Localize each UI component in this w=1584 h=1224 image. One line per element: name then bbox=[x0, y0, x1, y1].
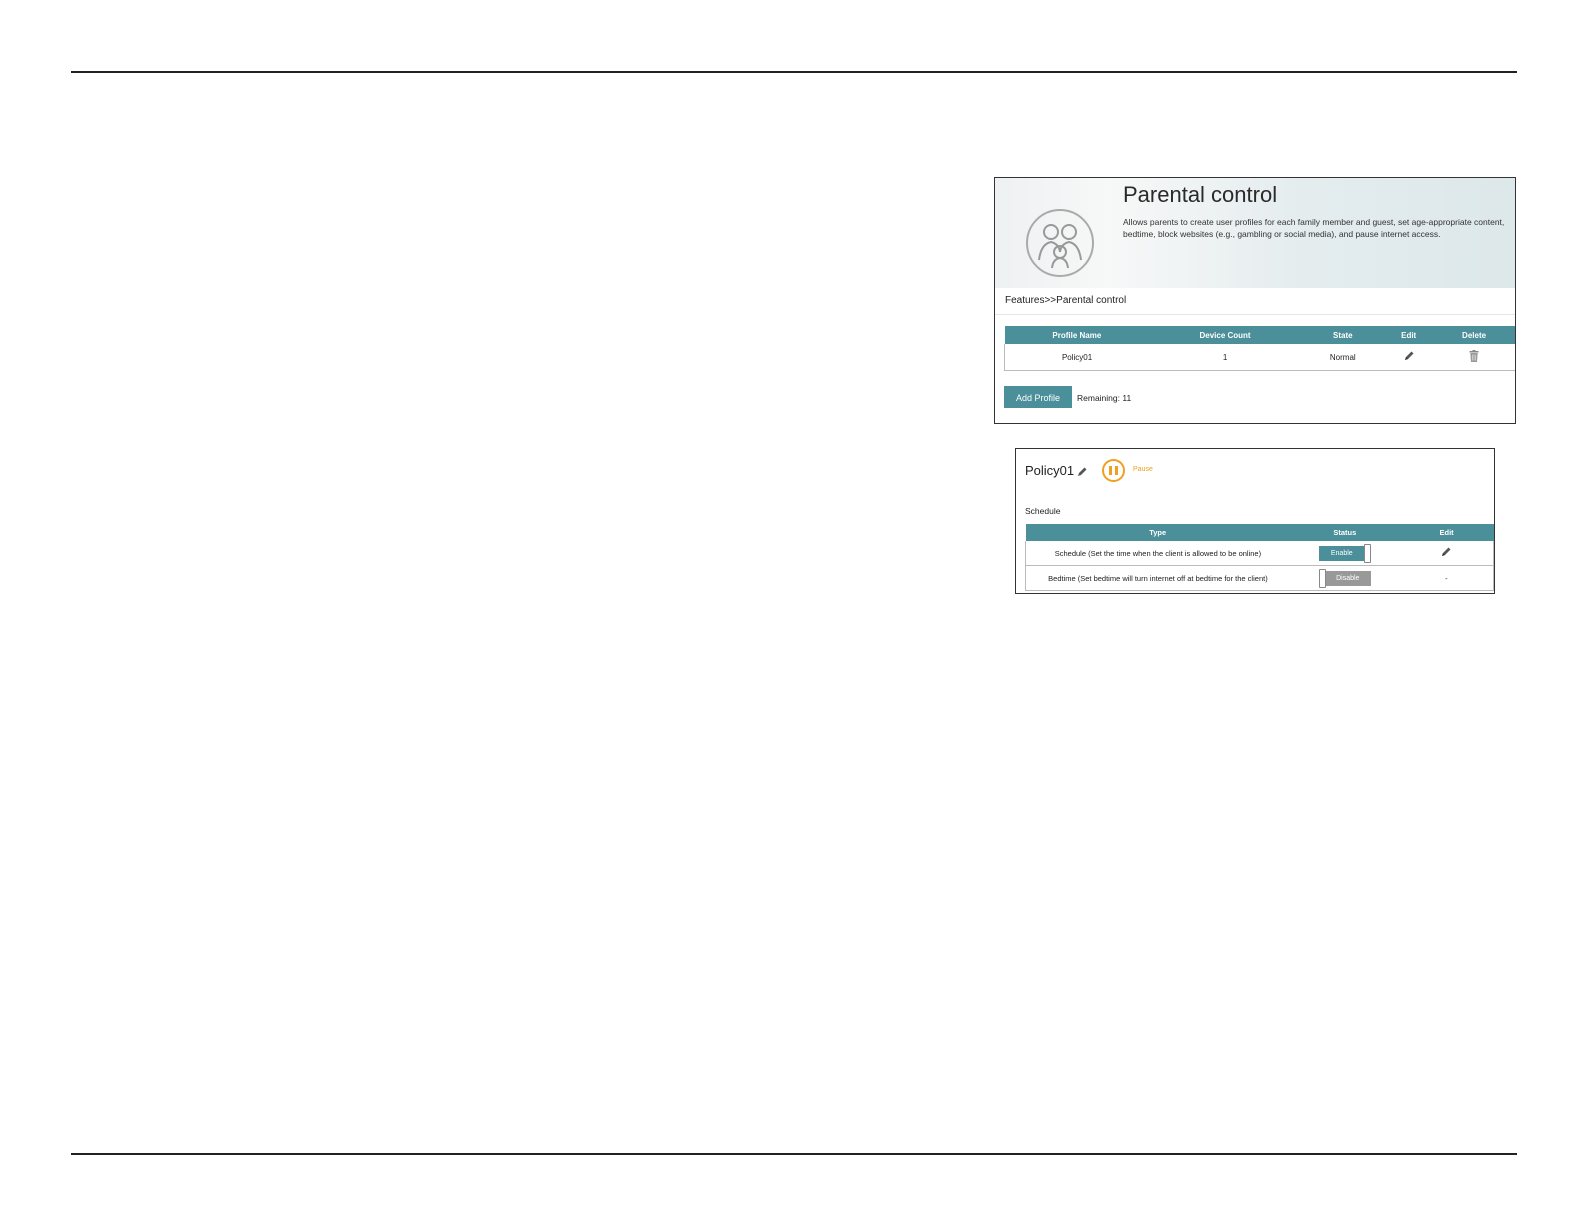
col-delete: Delete bbox=[1432, 326, 1515, 344]
pause-icon bbox=[1109, 466, 1112, 475]
col-edit: Edit bbox=[1384, 326, 1433, 344]
profile-table: Profile Name Device Count State Edit Del… bbox=[1004, 326, 1515, 371]
trash-icon[interactable] bbox=[1469, 350, 1479, 362]
top-rule bbox=[71, 71, 1517, 73]
bedtime-toggle[interactable]: Disable bbox=[1318, 568, 1371, 588]
add-profile-button[interactable]: Add Profile bbox=[1004, 386, 1072, 408]
parental-control-panel: Parental control Allows parents to creat… bbox=[994, 177, 1516, 424]
col-edit: Edit bbox=[1399, 524, 1494, 541]
hero-banner: Parental control Allows parents to creat… bbox=[995, 178, 1515, 288]
table-row: Bedtime (Set bedtime will turn internet … bbox=[1025, 565, 1494, 591]
table-row: Policy01 1 Normal bbox=[1004, 344, 1515, 371]
toggle-label: Disable bbox=[1324, 570, 1371, 586]
table-header-row: Type Status Edit bbox=[1025, 524, 1494, 541]
col-state: State bbox=[1300, 326, 1385, 344]
pencil-icon[interactable] bbox=[1440, 546, 1452, 558]
page-description: Allows parents to create user profiles f… bbox=[1123, 217, 1505, 239]
schedule-toggle[interactable]: Enable bbox=[1318, 543, 1371, 563]
col-status: Status bbox=[1289, 524, 1400, 541]
family-icon bbox=[1026, 209, 1094, 277]
toggle-knob bbox=[1363, 543, 1371, 563]
bottom-rule bbox=[71, 1153, 1517, 1155]
toggle-label: Enable bbox=[1318, 545, 1365, 561]
type-cell: Schedule (Set the time when the client i… bbox=[1054, 548, 1262, 558]
col-type: Type bbox=[1025, 524, 1290, 541]
status-cell: Disable bbox=[1290, 566, 1400, 591]
page-title: Parental control bbox=[1123, 182, 1278, 207]
policy-detail-panel: Policy01 Pause Schedule Type Status Edit… bbox=[1015, 448, 1495, 594]
table-row: Schedule (Set the time when the client i… bbox=[1025, 541, 1494, 566]
col-profile-name: Profile Name bbox=[1004, 326, 1150, 344]
device-count-cell: 1 bbox=[1222, 352, 1228, 362]
edit-cell bbox=[1385, 344, 1433, 371]
profile-name-cell: Policy01 bbox=[1061, 352, 1093, 362]
pencil-icon[interactable] bbox=[1076, 466, 1088, 478]
toggle-knob bbox=[1318, 568, 1326, 588]
pencil-icon[interactable] bbox=[1403, 350, 1415, 362]
pause-icon-bar bbox=[1115, 466, 1118, 475]
pause-label: Pause bbox=[1133, 466, 1153, 473]
edit-cell: - bbox=[1445, 573, 1448, 583]
delete-cell bbox=[1433, 344, 1515, 371]
status-cell: Enable bbox=[1290, 541, 1400, 566]
pause-button[interactable] bbox=[1102, 459, 1125, 482]
schedule-section-title: Schedule bbox=[1025, 506, 1061, 516]
remaining-count: Remaining: 11 bbox=[1077, 393, 1132, 403]
breadcrumb: Features>>Parental control bbox=[995, 288, 1515, 315]
table-header-row: Profile Name Device Count State Edit Del… bbox=[1004, 326, 1515, 344]
state-cell: Normal bbox=[1329, 352, 1356, 362]
schedule-table: Type Status Edit Schedule (Set the time … bbox=[1025, 524, 1494, 591]
edit-cell bbox=[1400, 541, 1494, 566]
type-cell: Bedtime (Set bedtime will turn internet … bbox=[1048, 573, 1268, 583]
col-device-count: Device Count bbox=[1149, 326, 1301, 344]
policy-name: Policy01 bbox=[1025, 463, 1075, 478]
